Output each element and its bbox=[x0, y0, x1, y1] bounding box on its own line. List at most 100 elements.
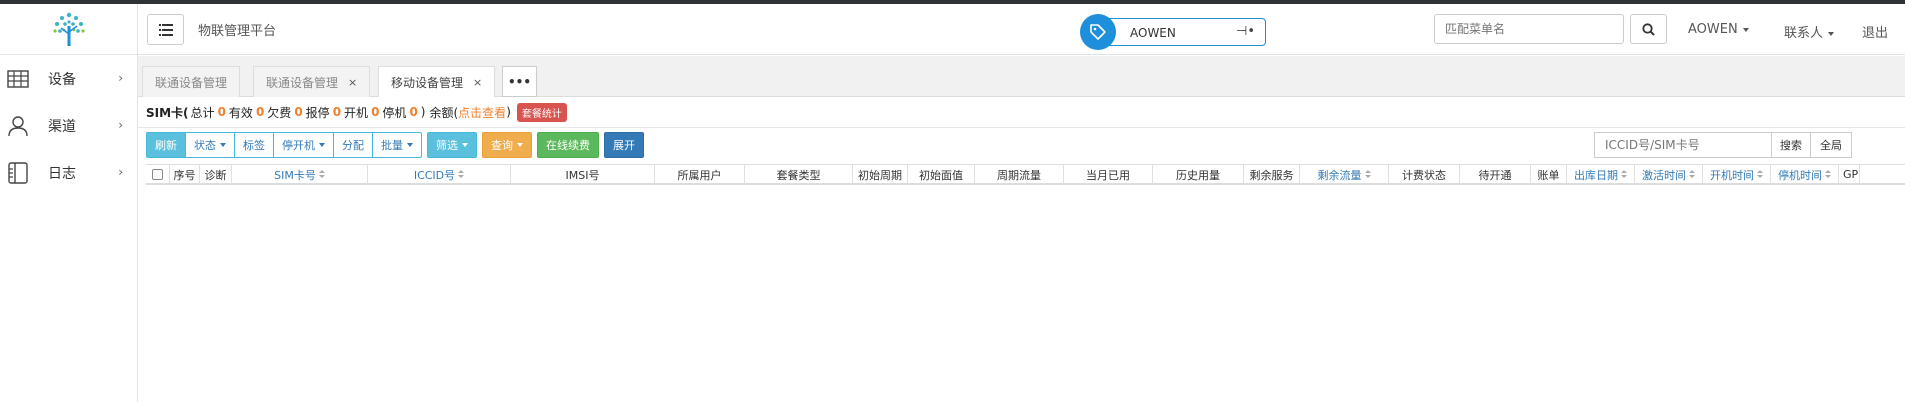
sim-summary: SIM卡( 总计 0 有效 0 欠费 0 报停 0 开机 0 停机 0 ) 余额(点击查看)… bbox=[146, 101, 567, 123]
sidebar-item-log[interactable]: 日志 › bbox=[0, 149, 137, 196]
refresh-button[interactable]: 刷新 bbox=[146, 132, 186, 158]
column-header-sortable[interactable]: 剩余流量 bbox=[1300, 165, 1389, 184]
current-user-name: AOWEN bbox=[1130, 26, 1176, 40]
valid-count: 0 bbox=[255, 105, 265, 119]
column-label: 停机时间 bbox=[1778, 168, 1822, 182]
power-dropdown[interactable]: 停开机 bbox=[273, 132, 334, 158]
menu-toggle-button[interactable] bbox=[147, 14, 184, 45]
sort-icon bbox=[318, 170, 325, 179]
tab-label: 联通设备管理 bbox=[155, 75, 228, 90]
column-header: 初始周期 bbox=[853, 165, 908, 184]
filter-dropdown[interactable]: 筛选 bbox=[427, 132, 477, 158]
iccid-search-input[interactable] bbox=[1594, 132, 1772, 158]
sidebar-item-device[interactable]: 设备 › bbox=[0, 55, 137, 102]
tab-label: 联通设备管理 bbox=[266, 75, 339, 90]
tab-unicom-device-2[interactable]: 联通设备管理 × bbox=[253, 66, 371, 97]
off-label: 停机 bbox=[382, 105, 407, 120]
column-header: 初始面值 bbox=[908, 165, 975, 184]
toolbar: 刷新 状态 标签 停开机 分配 批量 筛选 查询 在线续费 展开 bbox=[146, 132, 644, 160]
logout-link[interactable]: 退出 bbox=[1862, 22, 1888, 41]
balance-close-paren: ) bbox=[506, 105, 511, 119]
arrears-label: 欠费 bbox=[267, 105, 292, 120]
logo[interactable] bbox=[0, 4, 137, 55]
sort-icon bbox=[1757, 170, 1763, 179]
menu-search-button[interactable] bbox=[1630, 14, 1667, 44]
chevron-right-icon: › bbox=[118, 165, 123, 179]
tab-label: 移动设备管理 bbox=[391, 76, 464, 90]
query-dropdown[interactable]: 查询 bbox=[482, 132, 532, 158]
column-header-sortable[interactable]: 开机时间 bbox=[1703, 165, 1771, 184]
column-header: 诊断 bbox=[200, 165, 232, 184]
expand-button[interactable]: 展开 bbox=[604, 132, 644, 158]
column-label: 剩余流量 bbox=[1317, 168, 1362, 182]
chevron-right-icon: › bbox=[118, 71, 123, 85]
user-icon bbox=[6, 114, 30, 138]
total-count: 0 bbox=[217, 105, 226, 119]
log-book-icon bbox=[6, 161, 30, 185]
hamburger-icon bbox=[158, 23, 173, 36]
select-all-checkbox-cell[interactable] bbox=[146, 165, 170, 184]
column-label: 开机时间 bbox=[1710, 168, 1754, 182]
search-button[interactable]: 搜索 bbox=[1771, 132, 1811, 158]
top-header: 物联管理平台 AOWEN ⊣• AOWEN 联系人 退出 bbox=[138, 4, 1905, 55]
column-header-sortable[interactable]: 激活时间 bbox=[1635, 165, 1703, 184]
on-count: 0 bbox=[371, 105, 380, 119]
arrears-count: 0 bbox=[294, 105, 303, 119]
user-menu[interactable]: AOWEN bbox=[1688, 22, 1749, 37]
more-tabs-button[interactable]: ••• bbox=[502, 66, 537, 97]
sidebar-item-channel[interactable]: 渠道 › bbox=[0, 102, 137, 149]
sort-icon bbox=[1689, 170, 1695, 179]
caret-down-icon bbox=[1742, 27, 1749, 32]
tab-unicom-device-1[interactable]: 联通设备管理 bbox=[142, 66, 241, 97]
tag-icon bbox=[1080, 14, 1116, 50]
reported-label: 报停 bbox=[305, 105, 330, 120]
select-all-checkbox[interactable] bbox=[152, 169, 163, 180]
batch-dropdown[interactable]: 批量 bbox=[372, 132, 422, 158]
column-header: IMSI号 bbox=[511, 165, 655, 184]
column-header: 周期流量 bbox=[975, 165, 1064, 184]
chevron-right-icon: › bbox=[118, 118, 123, 132]
column-label: 激活时间 bbox=[1642, 168, 1686, 182]
close-icon[interactable]: × bbox=[348, 76, 357, 89]
column-header-sortable[interactable]: 出库日期 bbox=[1567, 165, 1635, 184]
column-label: 出库日期 bbox=[1574, 168, 1618, 182]
tab-mobile-device[interactable]: 移动设备管理 × bbox=[378, 66, 496, 98]
status-dropdown[interactable]: 状态 bbox=[185, 132, 235, 158]
sort-icon bbox=[458, 170, 465, 179]
current-user-pill[interactable]: AOWEN ⊣• bbox=[1080, 14, 1266, 50]
tag-button[interactable]: 标签 bbox=[234, 132, 274, 158]
column-header: 剩余服务 bbox=[1244, 165, 1300, 184]
table-header: 序号 诊断 SIM卡号 ICCID号 IMSI号 所属用户 套餐类型 初始周期 … bbox=[146, 164, 1905, 185]
sidebar-item-label: 设备 bbox=[48, 71, 76, 88]
sort-icon bbox=[1364, 170, 1371, 179]
balance-view-link[interactable]: 点击查看 bbox=[458, 104, 506, 121]
on-label: 开机 bbox=[344, 105, 369, 120]
global-search-button[interactable]: 全局 bbox=[1810, 132, 1852, 158]
balance-label: 余额( bbox=[429, 105, 459, 120]
total-label: 总计 bbox=[190, 105, 215, 120]
sort-icon bbox=[1621, 170, 1627, 179]
column-header: 历史用量 bbox=[1153, 165, 1244, 184]
package-stats-button[interactable]: 套餐统计 bbox=[516, 102, 567, 122]
sort-icon bbox=[1825, 170, 1831, 179]
valid-label: 有效 bbox=[228, 105, 253, 120]
assign-button[interactable]: 分配 bbox=[333, 132, 373, 158]
column-header-sortable[interactable]: SIM卡号 bbox=[232, 165, 368, 184]
reported-count: 0 bbox=[332, 105, 342, 119]
menu-search-input[interactable] bbox=[1434, 14, 1624, 44]
pin-icon[interactable]: ⊣• bbox=[1236, 24, 1255, 39]
app-title: 物联管理平台 bbox=[198, 24, 277, 39]
column-header: 待开通 bbox=[1460, 165, 1531, 184]
column-header: 序号 bbox=[170, 165, 200, 184]
column-header: 计费状态 bbox=[1389, 165, 1460, 184]
close-icon[interactable]: × bbox=[473, 76, 482, 89]
contacts-menu[interactable]: 联系人 bbox=[1784, 22, 1835, 41]
tab-bar: 联通设备管理 联通设备管理 × 移动设备管理 × ••• bbox=[138, 56, 1905, 98]
column-header-sortable[interactable]: 停机时间 bbox=[1771, 165, 1839, 184]
main-content: SIM卡( 总计 0 有效 0 欠费 0 报停 0 开机 0 停机 0 ) 余额(点击查看)… bbox=[138, 97, 1905, 402]
online-renew-button[interactable]: 在线续费 bbox=[537, 132, 599, 158]
column-header-sortable[interactable]: ICCID号 bbox=[368, 165, 511, 184]
sidebar-item-label: 日志 bbox=[48, 165, 76, 182]
column-label: ICCID号 bbox=[413, 168, 456, 182]
column-header: GP bbox=[1839, 165, 1860, 184]
